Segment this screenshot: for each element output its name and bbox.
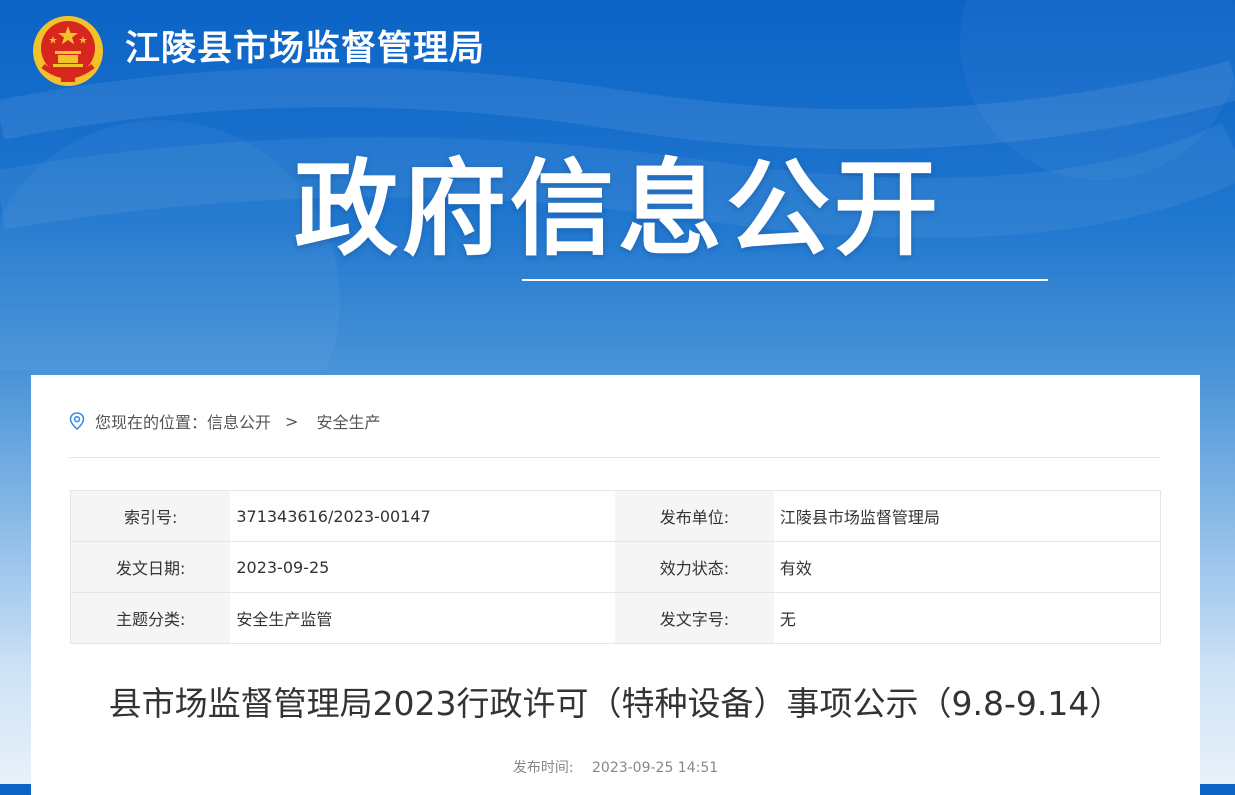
issue-date-value: 2023-09-25 [230, 541, 616, 593]
breadcrumb-separator: > [285, 411, 299, 431]
validity-status-label: 效力状态: [615, 541, 774, 593]
topic-category-value: 安全生产监管 [236, 610, 333, 629]
document-number-label: 发文字号: [615, 592, 774, 644]
hero-title: 政府信息公开 [294, 148, 943, 270]
breadcrumb-prefix: 您现在的位置： [95, 413, 208, 432]
index-number-label: 索引号: [70, 490, 231, 542]
validity-status-value: 有效 [773, 541, 1161, 593]
table-row: 发文日期: 2023-09-25 效力状态: 有效 [70, 541, 1161, 593]
publish-time-label: 发布时间: [512, 760, 574, 776]
site-title[interactable]: 江陵县市场监督管理局 [125, 28, 485, 70]
location-pin-icon [69, 412, 85, 430]
table-row: 索引号: 371343616/2023-00147 发布单位: 江陵县市场监督管… [70, 490, 1161, 542]
hero-underline [522, 279, 1048, 281]
table-row: 主题分类: 安全生产监管 发文字号: 无 [70, 592, 1161, 644]
publisher-label: 发布单位: [615, 490, 774, 542]
national-emblem-icon[interactable] [31, 14, 105, 88]
index-number-value: 371343616/2023-00147 [230, 490, 616, 542]
publish-info: 发布时间: 2023-09-25 14:51 [31, 757, 1200, 777]
breadcrumb-item-info-disclosure[interactable]: 信息公开 [207, 409, 271, 433]
publish-time-value: 2023-09-25 14:51 [592, 760, 719, 776]
issue-date-label: 发文日期: [70, 541, 231, 593]
article-title: 县市场监督管理局2023行政许可（特种设备）事项公示（9.8-9.14） [108, 684, 1123, 723]
document-meta-table: 索引号: 371343616/2023-00147 发布单位: 江陵县市场监督管… [70, 490, 1161, 644]
breadcrumb-divider [69, 457, 1160, 458]
document-number-value: 无 [779, 610, 796, 629]
breadcrumb: 您现在的位置： 信息公开 > 安全生产 [69, 409, 380, 433]
publisher-value: 江陵县市场监督管理局 [773, 490, 1161, 542]
topic-category-label: 主题分类: [70, 592, 231, 644]
breadcrumb-item-safety-production[interactable]: 安全生产 [316, 409, 380, 433]
content-card: 您现在的位置： 信息公开 > 安全生产 索引号: 371343616/2023-… [31, 375, 1200, 795]
